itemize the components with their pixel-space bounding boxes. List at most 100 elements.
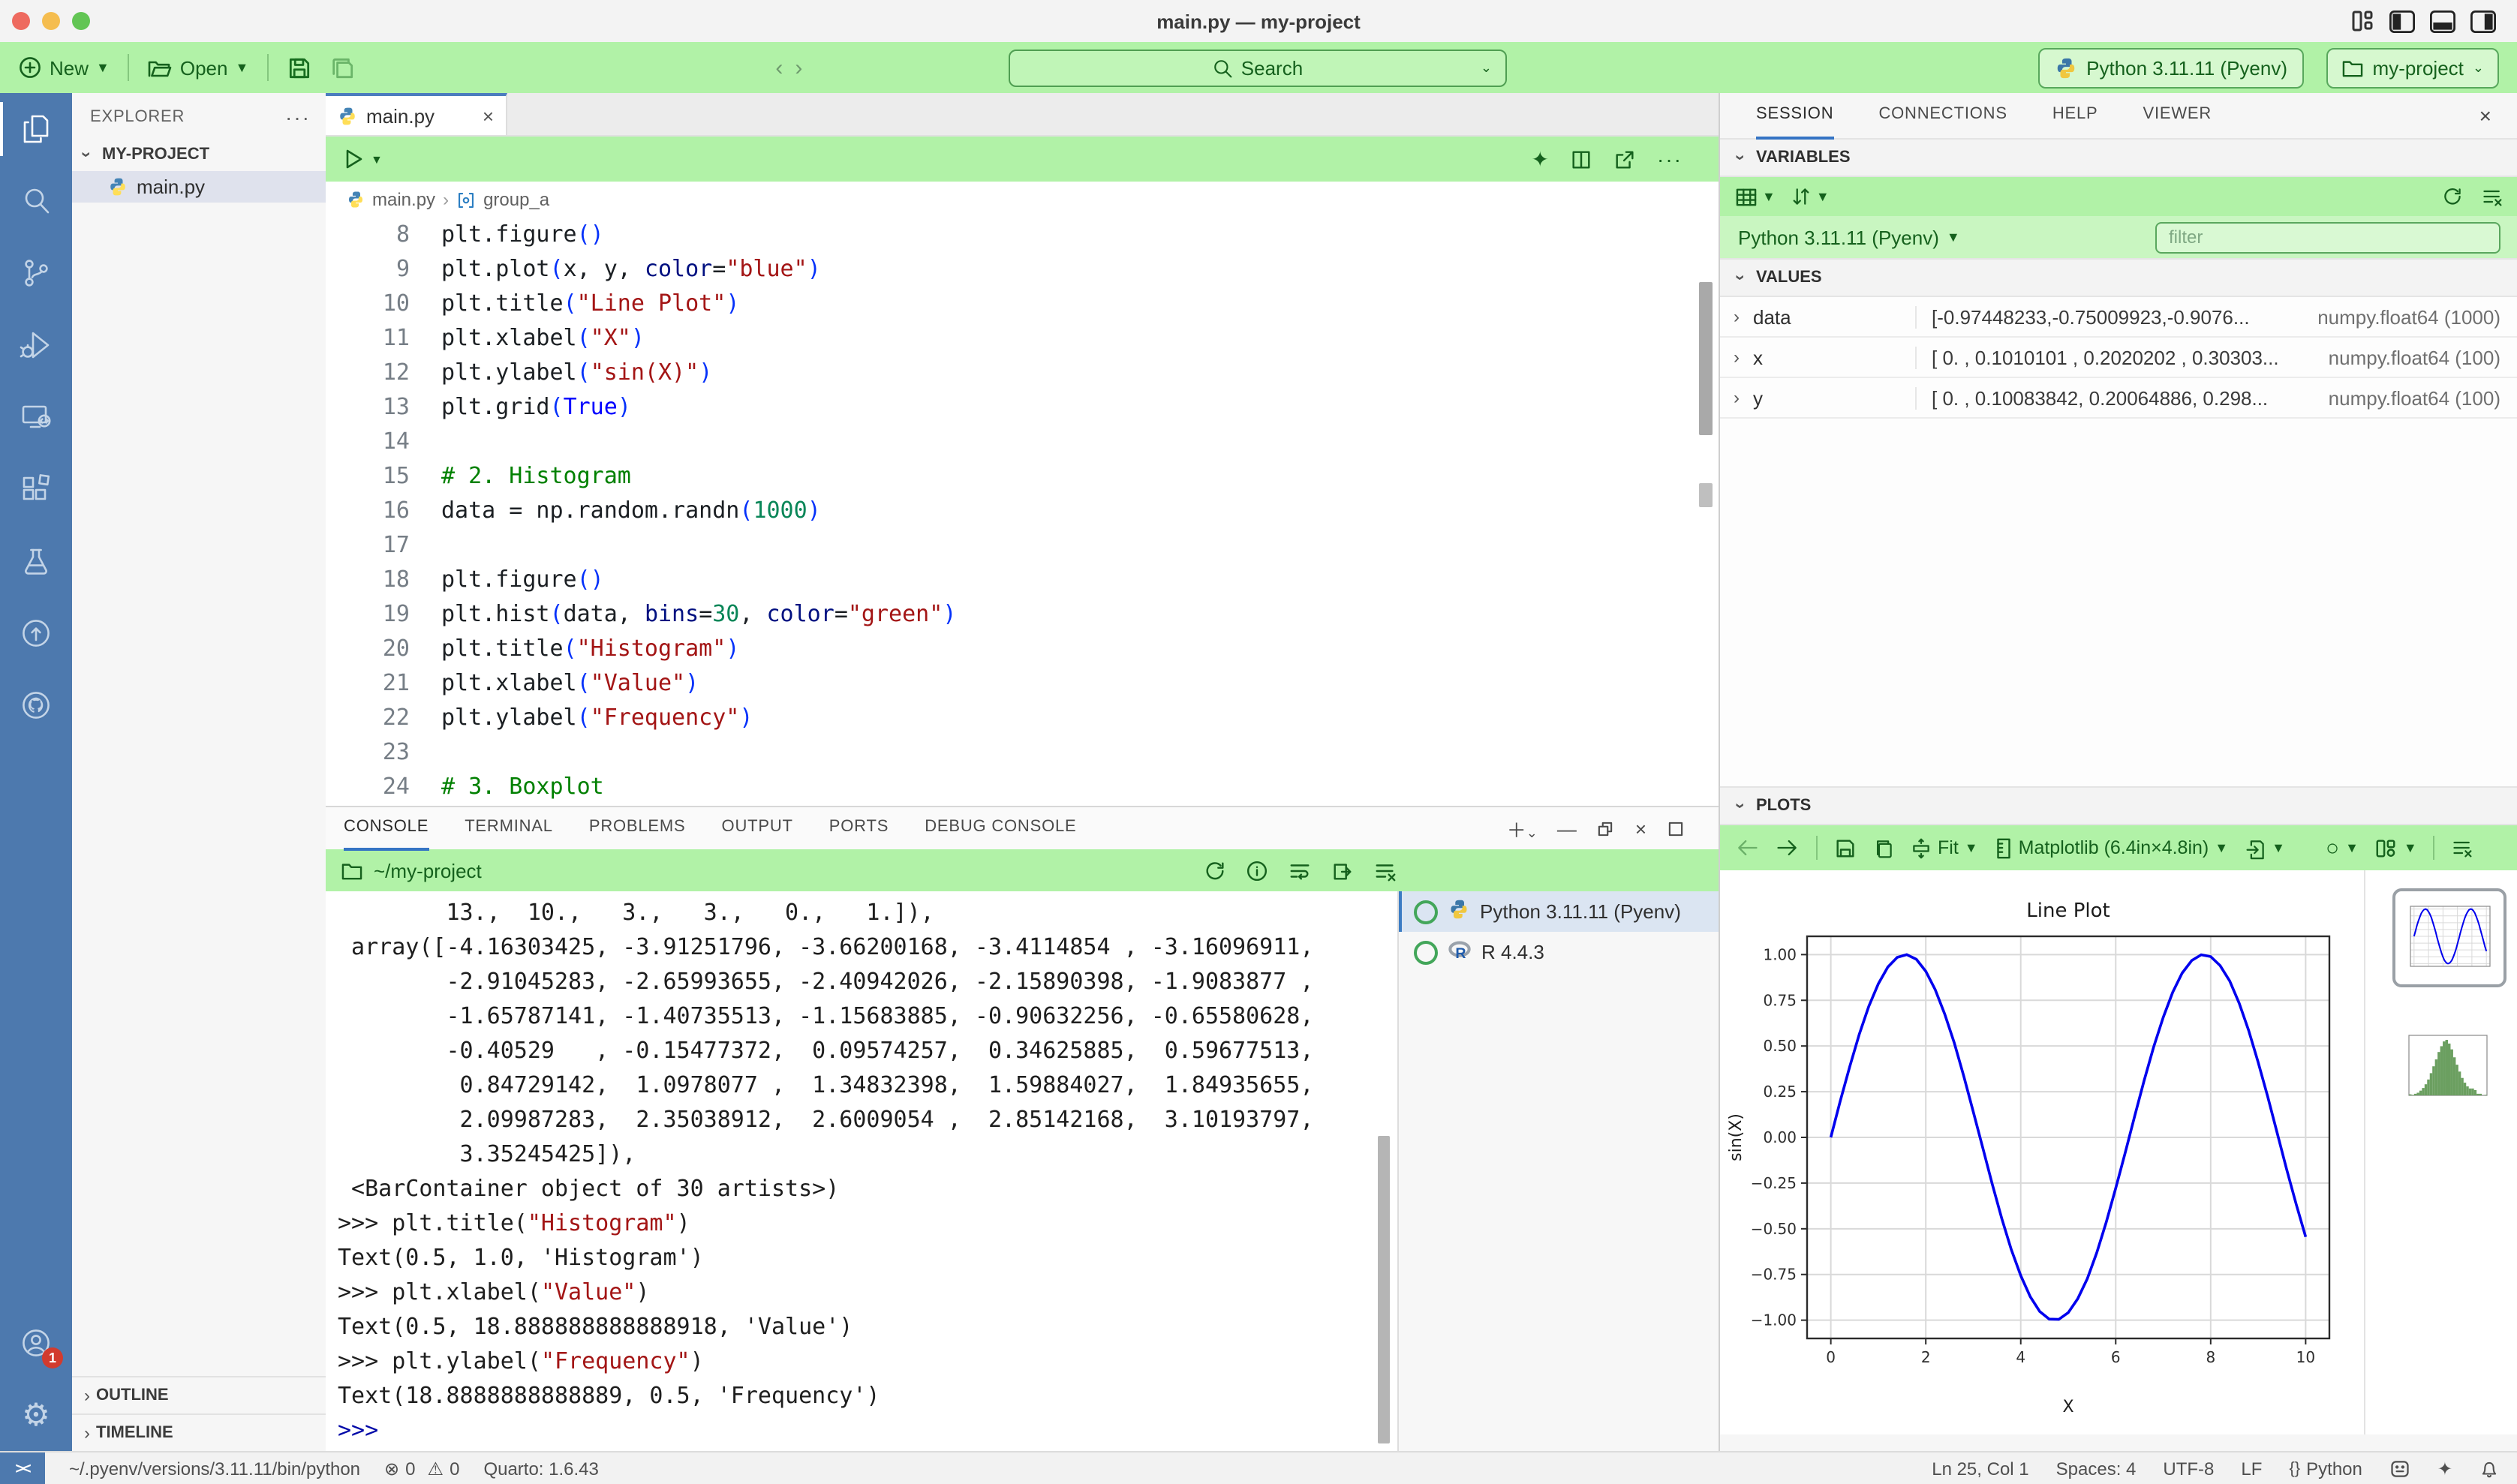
split-editor-icon[interactable] <box>1570 148 1592 170</box>
code-line[interactable]: 13plt.grid(True) <box>326 390 1719 425</box>
copilot-sparkle-icon[interactable]: ✦ <box>2437 1458 2452 1479</box>
open-in-new-window-icon[interactable] <box>1613 148 1636 170</box>
problems-status[interactable]: ⊗0 ⚠0 <box>384 1458 459 1479</box>
python-interpreter-path[interactable]: ~/.pyenv/versions/3.11.11/bin/python <box>69 1458 360 1479</box>
close-panel-icon[interactable]: × <box>1635 817 1646 840</box>
code-line[interactable]: 8plt.figure() <box>326 218 1719 252</box>
code-line[interactable]: 17 <box>326 528 1719 563</box>
settings-gear-icon[interactable]: ⚙ <box>0 1379 72 1451</box>
copy-plot-icon[interactable] <box>1873 837 1894 859</box>
toggle-bottom-panel-icon[interactable] <box>2430 10 2455 32</box>
open-in-editor-icon[interactable] <box>1331 859 1354 882</box>
encoding-setting[interactable]: UTF-8 <box>2163 1458 2214 1479</box>
console-tab-output[interactable]: OUTPUT <box>722 806 793 851</box>
console-tab-terminal[interactable]: TERMINAL <box>465 806 553 851</box>
panel-tab-viewer[interactable]: VIEWER <box>2143 92 2212 140</box>
variables-interpreter-row[interactable]: Python 3.11.11 (Pyenv)▼ <box>1720 216 2517 258</box>
code-line[interactable]: 21plt.xlabel("Value") <box>326 666 1719 701</box>
values-section-header[interactable]: › VALUES <box>1720 258 2517 297</box>
chevron-right-icon[interactable]: › <box>1720 347 1753 368</box>
panel-tab-session[interactable]: SESSION <box>1756 92 1833 140</box>
search-input[interactable]: Search ⌄ <box>1009 50 1507 87</box>
panel-tab-help[interactable]: HELP <box>2052 92 2098 140</box>
next-plot-icon[interactable] <box>1776 837 1800 858</box>
fit-plot-dropdown[interactable]: Fit▼ <box>1911 837 1978 859</box>
toggle-right-panel-icon[interactable] <box>2470 10 2496 32</box>
console-scrollbar-thumb[interactable] <box>1378 1136 1390 1443</box>
clear-plots-icon[interactable] <box>2452 837 2474 858</box>
minimize-panel-icon[interactable]: — <box>1557 817 1577 840</box>
session-item-r[interactable]: RR 4.4.3 <box>1399 932 1720 972</box>
file-item-main-py[interactable]: main.py <box>72 171 326 203</box>
new-console-icon[interactable]: ＋⌄ <box>1507 814 1538 843</box>
github-icon[interactable] <box>0 669 72 741</box>
code-line[interactable]: 12plt.ylabel("sin(X)") <box>326 356 1719 390</box>
new-button[interactable]: New▼ <box>9 50 119 86</box>
extensions-icon[interactable] <box>0 453 72 525</box>
console-tab-problems[interactable]: PROBLEMS <box>589 806 686 851</box>
project-button[interactable]: my-project⌄ <box>2326 48 2499 89</box>
notifications-bell-icon[interactable] <box>2479 1458 2499 1479</box>
code-line[interactable]: 16data = np.random.randn(1000) <box>326 494 1719 528</box>
code-line[interactable]: 24# 3. Boxplot <box>326 770 1719 804</box>
run-file-button[interactable]: ▼ <box>341 147 383 171</box>
filter-input[interactable] <box>2155 221 2500 253</box>
testing-icon[interactable] <box>0 525 72 597</box>
source-control-icon[interactable] <box>0 237 72 309</box>
code-line[interactable]: 20plt.title("Histogram") <box>326 632 1719 666</box>
clear-variables-icon[interactable] <box>2481 186 2503 207</box>
accounts-icon[interactable]: 1 <box>0 1307 72 1379</box>
quarto-version[interactable]: Quarto: 1.6.43 <box>483 1458 598 1479</box>
clear-console-icon[interactable] <box>1373 859 1397 882</box>
code-line[interactable]: 14 <box>326 425 1719 459</box>
chevron-right-icon[interactable]: › <box>1720 306 1753 327</box>
outline-section[interactable]: ›OUTLINE <box>72 1376 326 1413</box>
code-line[interactable]: 15# 2. Histogram <box>326 459 1719 494</box>
explorer-more-icon[interactable]: ··· <box>285 105 311 129</box>
restore-panel-icon[interactable] <box>1596 819 1616 838</box>
code-line[interactable]: 10plt.title("Line Plot") <box>326 287 1719 321</box>
explorer-icon[interactable] <box>0 93 72 165</box>
thumbnail-line-plot[interactable] <box>2392 888 2506 987</box>
eol-setting[interactable]: LF <box>2241 1458 2262 1479</box>
line-plot-figure[interactable]: 0246810−1.00−0.75−0.50−0.250.000.250.500… <box>1720 870 2362 1431</box>
editor-more-icon[interactable]: ··· <box>1657 147 1683 171</box>
console-tab-ports[interactable]: PORTS <box>829 806 889 851</box>
run-debug-icon[interactable] <box>0 309 72 381</box>
breadcrumb-symbol[interactable]: group_a <box>483 189 549 210</box>
refresh-variables-icon[interactable] <box>2442 186 2463 207</box>
open-button[interactable]: Open▼ <box>138 50 257 86</box>
console-tab-console[interactable]: CONSOLE <box>344 806 429 851</box>
toggle-left-panel-icon[interactable] <box>2389 10 2415 32</box>
export-plot-dropdown[interactable]: ▼ <box>2245 837 2285 859</box>
navigate-back-icon[interactable]: ‹ <box>769 55 789 80</box>
editor-scrollbar-thumb[interactable] <box>1699 282 1713 435</box>
console-tab-debug-console[interactable]: DEBUG CONSOLE <box>925 806 1076 851</box>
zoom-plot-dropdown[interactable]: ○▼ <box>2326 835 2359 861</box>
variables-section-header[interactable]: › VARIABLES <box>1720 138 2517 177</box>
close-panel-icon[interactable]: × <box>2479 104 2491 128</box>
session-item-python[interactable]: Python 3.11.11 (Pyenv) <box>1399 891 1720 932</box>
remote-indicator[interactable]: >< <box>0 1452 45 1484</box>
remote-explorer-icon[interactable] <box>0 381 72 453</box>
cursor-position[interactable]: Ln 25, Col 1 <box>1932 1458 2028 1479</box>
restart-console-icon[interactable] <box>1204 859 1226 882</box>
word-wrap-icon[interactable] <box>1288 859 1312 882</box>
panel-tab-connections[interactable]: CONNECTIONS <box>1878 92 2007 140</box>
code-line[interactable]: 18plt.figure() <box>326 563 1719 597</box>
plot-size-dropdown[interactable]: Matplotlib (6.4in×4.8in)▼ <box>1995 837 2228 859</box>
chevron-right-icon[interactable]: › <box>1720 387 1753 408</box>
language-mode[interactable]: {﻿}Python <box>2289 1458 2362 1479</box>
variable-row-y[interactable]: ›y[ 0. , 0.10083842, 0.20064886, 0.298..… <box>1720 378 2517 419</box>
search-sidebar-icon[interactable] <box>0 165 72 237</box>
save-icon[interactable] <box>286 55 311 80</box>
code-line[interactable]: 19plt.hist(data, bins=30, color="green") <box>326 597 1719 632</box>
timeline-section[interactable]: ›TIMELINE <box>72 1413 326 1451</box>
code-area[interactable]: 8plt.figure()9plt.plot(x, y, color="blue… <box>326 218 1719 807</box>
code-line[interactable]: 9plt.plot(x, y, color="blue") <box>326 252 1719 287</box>
sort-variables-icon[interactable]: ▼ <box>1791 186 1830 207</box>
project-tree-root[interactable]: › MY-PROJECT <box>72 138 326 171</box>
group-variables-icon[interactable]: ▼ <box>1735 187 1776 206</box>
code-line[interactable]: 11plt.xlabel("X") <box>326 321 1719 356</box>
console-info-icon[interactable] <box>1246 859 1268 882</box>
